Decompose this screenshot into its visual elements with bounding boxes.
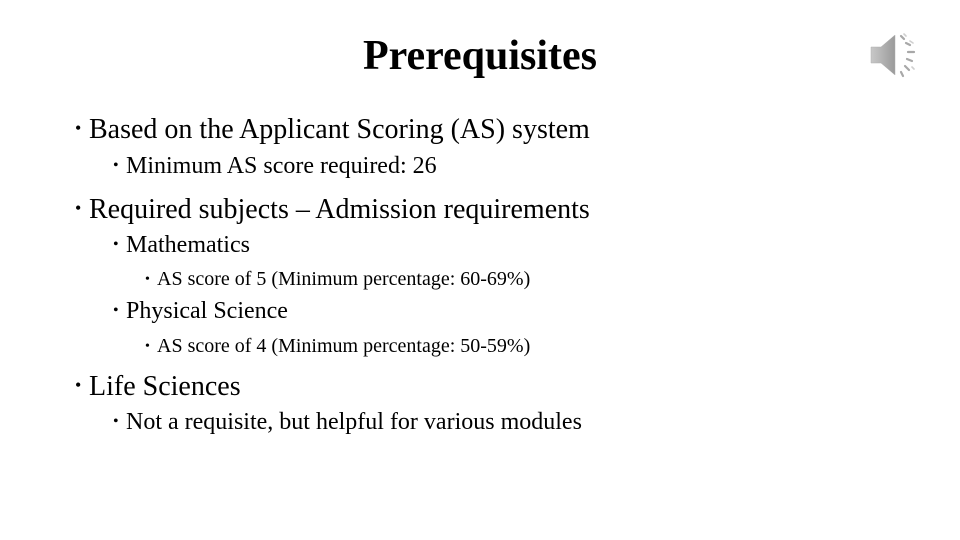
bullet-item: • Physical Science — [113, 297, 288, 325]
bullet-text: Not a requisite, but helpful for various… — [126, 409, 582, 435]
bullet-glyph: • — [75, 118, 82, 138]
slide-title: Prerequisites — [362, 33, 598, 79]
speaker-icon[interactable] — [868, 30, 920, 80]
bullet-text: Life Sciences — [89, 371, 241, 402]
bullet-item: • AS score of 4 (Minimum percentage: 50-5… — [145, 334, 530, 359]
bullet-text: AS score of 5 (Minimum percentage: 60-69… — [157, 268, 531, 290]
bullet-glyph: • — [113, 236, 119, 253]
bullet-text: Based on the Applicant Scoring (AS) syst… — [89, 114, 590, 145]
bullet-item: • AS score of 5 (Minimum percentage: 60-6… — [145, 267, 530, 292]
bullet-glyph: • — [75, 375, 82, 395]
bullet-text: Required subjects – Admission requiremen… — [89, 194, 590, 225]
bullet-item: • Not a requisite, but helpful for variou… — [113, 408, 582, 436]
bullet-glyph: • — [145, 272, 150, 287]
bullet-text: AS score of 4 (Minimum percentage: 50-59… — [157, 335, 531, 357]
bullet-item: • Mathematics — [113, 231, 250, 259]
bullet-item: • Based on the Applicant Scoring (AS) sys… — [75, 112, 590, 146]
bullet-text: Minimum AS score required: 26 — [126, 153, 437, 179]
bullet-item: • Required subjects – Admission requireme… — [75, 192, 590, 226]
bullet-text: Mathematics — [126, 232, 250, 258]
bullet-glyph: • — [145, 339, 150, 354]
bullet-glyph: • — [113, 302, 119, 319]
bullet-glyph: • — [113, 157, 119, 174]
bullet-glyph: • — [113, 413, 119, 430]
bullet-item: • Minimum AS score required: 26 — [113, 152, 437, 180]
bullet-item: • Life Sciences — [75, 369, 241, 403]
bullet-glyph: • — [75, 198, 82, 218]
slide: Prerequisites • Based on the Applicant S… — [0, 0, 960, 540]
bullet-text: Physical Science — [126, 298, 288, 324]
